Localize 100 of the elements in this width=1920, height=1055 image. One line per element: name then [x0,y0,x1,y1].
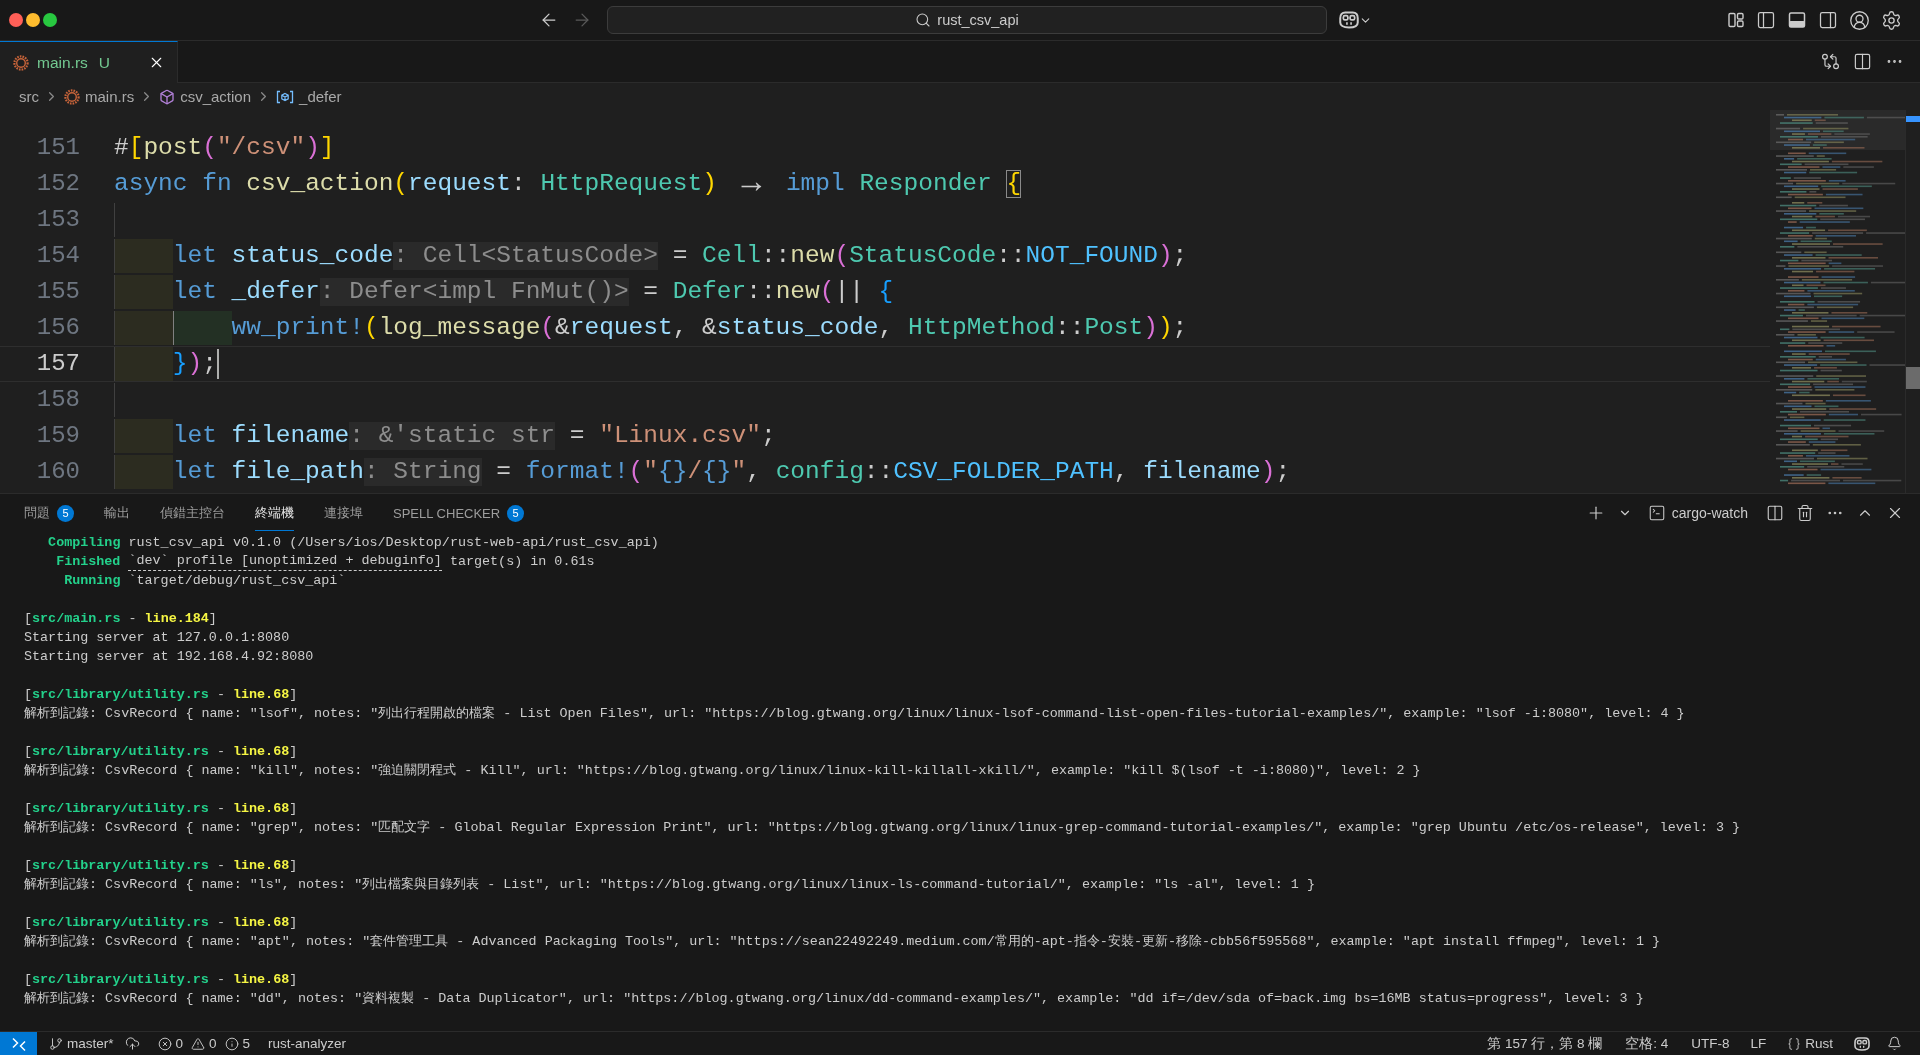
branch-icon [49,1036,63,1051]
log-source: [src/main.rs - line.184] [24,610,218,628]
build-detail: `target/debug/rust_csv_api` [128,572,346,590]
log-line: Starting server at 192.168.4.92:8080 [24,648,315,666]
braces-icon [1787,1036,1802,1051]
layout-icon[interactable] [1727,11,1745,29]
log-line: 解析到記錄: CsvRecord { name: "ls", notes: "列出檔案與目錄列表 - List", url: "https://blog.gtwang.org/linux/linux-ls-command-tutorial/", example: "ls -al", level: 1 } [24,876,1316,894]
line-number: 153 [35,205,80,235]
text-cursor [216,349,219,379]
log-line: 解析到記錄: CsvRecord { name: "grep", notes: "匹配文字 - Global Regular Expression Print", url: "https://blog.gtwang.org/linux/linux-grep-command-tutorial-examples/", example: "grep Ubuntu /etc/os-release", level: 3 } [24,819,1742,837]
search-icon [915,12,932,28]
breadcrumb-item[interactable]: csv_action [159,88,252,105]
robot-face-icon [1854,1035,1870,1052]
breadcrumb-item[interactable]: _defer [276,88,342,105]
encoding-button[interactable]: UTF-8 [1677,1032,1739,1055]
indent-highlight [114,347,173,381]
code-line: let status_code: Cell<StatusCode> = Cell::new(StatusCode::NOT_FOUND); [172,241,1188,272]
log-source: [src/library/utility.rs - line.68] [24,686,299,704]
remote-button[interactable] [0,1032,37,1055]
account-icon[interactable] [1849,9,1870,31]
code-line: let file_path: String = format!("{}/{}", config::CSV_FOLDER_PATH, filename); [172,457,1291,488]
line-number: 158 [35,385,80,415]
line-number: 151 [35,133,80,163]
log-source: [src/library/utility.rs - line.68] [24,914,299,932]
line-number: 155 [35,277,80,307]
count-badge: 5 [57,504,74,522]
code-line: let filename: &'static str = "Linux.csv"; [172,421,776,452]
overview-marker [1906,116,1920,122]
window-zoom-button[interactable] [43,13,57,27]
panel-bottom-icon[interactable] [1787,10,1807,30]
line-number: 159 [35,421,80,451]
panel-tab[interactable]: 終端機 [255,494,294,531]
breadcrumb-item[interactable]: src [19,88,39,105]
count-badge: 5 [507,504,525,522]
info-icon [224,1036,239,1051]
log-line: 解析到記錄: CsvRecord { name: "apt", notes: "套件管理工具 - Advanced Packaging Tools", url: "https://sean22492249.medium.com/常用的-apt-指令-安裝-更新-移除-cbb56f595568", example: "apt install ffmpeg", level: 1 } [24,933,1661,951]
terminal-icon [1647,503,1666,522]
overview-marker [1906,367,1920,389]
breadcrumb-item[interactable]: main.rs [64,88,135,105]
log-line: 解析到記錄: CsvRecord { name: "lsof", notes: "列出行程開啟的檔案 - List Open Files", url: "https://blog.gtwang.org/linux/linux-lsof-command-list-open-files-tutorial-examples/", example: "lsof -i:8080", level: 4 } [24,705,1686,723]
log-source: [src/library/utility.rs - line.68] [24,743,299,761]
settings-icon[interactable] [1881,9,1902,31]
line-number: 154 [35,241,80,271]
code-line: async fn csv_action(request: HttpRequest) → impl Responder { [114,167,1022,201]
split-terminal-icon[interactable] [1766,503,1784,522]
panel-tab[interactable]: 偵錯主控台 [160,494,225,531]
cog-icon [13,54,29,71]
line-number: 160 [35,457,80,487]
code-line: let _defer: Defer<impl FnMut()> = Defer::new(|| { [172,277,894,308]
cursor-position-button[interactable]: 第 157 行，第 8 欄 [1478,1032,1612,1055]
panel-tab[interactable]: SPELL CHECKER 5 [393,494,525,531]
language-server-button[interactable]: rust-analyzer [259,1032,356,1055]
build-status: Finished [55,553,121,571]
indent-highlight [114,455,173,489]
line-number: 152 [35,169,80,199]
remote-icon [10,1035,27,1052]
language-button[interactable]: Rust [1775,1032,1842,1055]
panel-left-icon[interactable] [1756,10,1776,30]
eol-button[interactable]: LF [1738,1032,1776,1055]
indent-highlight [114,239,173,273]
trash-icon[interactable] [1796,503,1814,522]
window-close-button[interactable] [9,13,23,27]
log-source: [src/library/utility.rs - line.68] [24,971,299,989]
code-line: ww_print!(log_message(&request, &status_code, HttpMethod::Post)); [231,313,1188,343]
terminal-tab[interactable]: cargo-watch [1647,503,1748,522]
log-line: Starting server at 127.0.0.1:8080 [24,629,291,647]
command-center-search[interactable]: rust_csv_api [607,6,1327,34]
build-detail: rust_csv_api v0.1.0 (/Users/ios/Desktop/rust-web-api/rust_csv_api) [128,534,659,552]
panel-tab[interactable]: 連接埠 [324,494,363,531]
window-minimize-button[interactable] [26,13,40,27]
log-line: 解析到記錄: CsvRecord { name: "kill", notes: "強迫關閉程式 - Kill", url: "https://blog.gtwang.org/linux/linux-kill-killall-xkill/", example: "kill $(lsof -t -i:8080)", level: 2 } [24,762,1422,780]
robot-face-icon[interactable] [1339,10,1359,30]
indent-highlight [114,311,173,345]
bell-icon [1887,1036,1902,1051]
line-number: 156 [35,313,80,343]
code-line: #[post("/csv")] [114,133,335,163]
indentation-button[interactable]: 空格: 4 [1611,1032,1678,1055]
cube-icon [159,88,176,105]
cloud-upload-icon [124,1036,140,1051]
cog-icon [64,88,80,105]
brackets-icon [276,89,295,104]
warning-icon [191,1036,206,1051]
indent-highlight [114,419,173,453]
log-source: [src/library/utility.rs - line.68] [24,857,299,875]
panel-right-icon[interactable] [1818,10,1838,30]
build-status: Compiling [47,534,121,552]
line-number: 157 [35,349,80,379]
branch-button[interactable]: master* [37,1032,123,1055]
terminal-link[interactable]: `dev` profile [unoptimized + debuginfo] [128,552,442,571]
problems-button[interactable]: 0 0 5 [148,1032,260,1055]
log-source: [src/library/utility.rs - line.68] [24,800,299,818]
split-editor-icon[interactable] [1853,52,1872,71]
error-icon [157,1036,172,1051]
build-detail: target(s) in 0.61s [449,553,595,571]
compare-changes-icon[interactable] [1821,52,1840,71]
editor-tab[interactable]: main.rs U [0,41,178,83]
panel-tab[interactable]: 輸出 [104,494,130,531]
panel-tab[interactable]: 問題 5 [24,494,74,531]
build-status: Running [63,572,121,590]
code-line: }); [172,349,217,379]
